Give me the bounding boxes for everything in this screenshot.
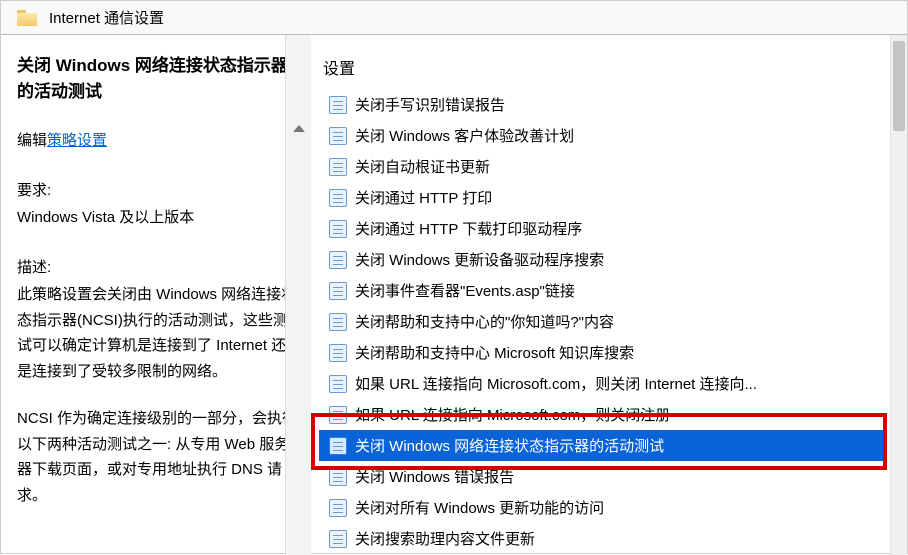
policy-icon [329,282,347,300]
setting-item[interactable]: 关闭通过 HTTP 下载打印驱动程序 [319,213,885,244]
policy-icon [329,96,347,114]
setting-item[interactable]: 关闭 Windows 客户体验改善计划 [319,120,885,151]
policy-icon [329,158,347,176]
policy-icon [329,313,347,331]
policy-icon [329,189,347,207]
settings-heading: 设置 [323,55,885,79]
edit-policy-link[interactable]: 策略设置 [47,132,107,149]
setting-item-label: 关闭手写识别错误报告 [355,94,505,115]
policy-icon [329,499,347,517]
policy-icon [329,406,347,424]
policy-icon [329,127,347,145]
vertical-scrollbar[interactable] [890,35,907,555]
setting-item[interactable]: 关闭帮助和支持中心的"你知道吗?"内容 [319,306,885,337]
titlebar: Internet 通信设置 [1,1,907,35]
setting-item-label: 如果 URL 连接指向 Microsoft.com，则关闭 Internet 连… [355,373,757,394]
setting-item-label: 关闭 Windows 网络连接状态指示器的活动测试 [355,435,664,456]
setting-item-label: 关闭帮助和支持中心 Microsoft 知识库搜索 [355,342,634,363]
description-text: 此策略设置会关闭由 Windows 网络连接状态指示器(NCSI)执行的活动测试… [17,282,297,384]
policy-icon [329,220,347,238]
setting-item[interactable]: 关闭通过 HTTP 打印 [319,182,885,213]
setting-item-label: 关闭对所有 Windows 更新功能的访问 [355,497,604,518]
setting-item[interactable]: 如果 URL 连接指向 Microsoft.com，则关闭注册 [319,399,885,430]
setting-item[interactable]: 关闭帮助和支持中心 Microsoft 知识库搜索 [319,337,885,368]
content-area: 关闭 Windows 网络连接状态指示器的活动测试 编辑策略设置 要求: Win… [1,35,907,555]
pane-splitter[interactable] [285,35,311,555]
setting-item-label: 关闭通过 HTTP 下载打印驱动程序 [355,218,582,239]
chevron-up-icon [293,125,305,132]
setting-item-label: 关闭 Windows 错误报告 [355,466,514,487]
setting-item[interactable]: 关闭 Windows 更新设备驱动程序搜索 [319,244,885,275]
setting-item[interactable]: 关闭 Windows 错误报告 [319,461,885,492]
setting-item-label: 关闭事件查看器"Events.asp"链接 [355,280,575,301]
window-title: Internet 通信设置 [49,7,164,28]
scrollbar-thumb[interactable] [893,41,905,131]
details-pane: 关闭 Windows 网络连接状态指示器的活动测试 编辑策略设置 要求: Win… [1,35,311,555]
setting-item-label: 关闭 Windows 客户体验改善计划 [355,125,574,146]
policy-icon [329,251,347,269]
policy-icon [329,375,347,393]
setting-item[interactable]: 关闭手写识别错误报告 [319,89,885,120]
setting-item[interactable]: 关闭事件查看器"Events.asp"链接 [319,275,885,306]
setting-item-label: 关闭 Windows 更新设备驱动程序搜索 [355,249,604,270]
setting-item[interactable]: 如果 URL 连接指向 Microsoft.com，则关闭 Internet 连… [319,368,885,399]
folder-icon [17,10,37,26]
description-label: 描述: [17,255,297,281]
setting-item[interactable]: 关闭 Windows 网络连接状态指示器的活动测试 [319,430,885,461]
setting-item-label: 关闭搜索助理内容文件更新 [355,528,535,549]
policy-icon [329,530,347,548]
setting-item[interactable]: 关闭对所有 Windows 更新功能的访问 [319,492,885,523]
setting-item-label: 关闭自动根证书更新 [355,156,490,177]
setting-item[interactable]: 关闭自动根证书更新 [319,151,885,182]
requirement-label: 要求: [17,178,297,204]
setting-item-label: 如果 URL 连接指向 Microsoft.com，则关闭注册 [355,404,670,425]
setting-item[interactable]: 关闭搜索助理内容文件更新 [319,523,885,554]
description-text-2: NCSI 作为确定连接级别的一部分，会执行以下两种活动测试之一: 从专用 Web… [17,406,297,508]
requirement-value: Windows Vista 及以上版本 [17,205,297,231]
policy-icon [329,468,347,486]
policy-icon [329,437,347,455]
setting-item-label: 关闭通过 HTTP 打印 [355,187,492,208]
policy-title: 关闭 Windows 网络连接状态指示器的活动测试 [17,53,297,104]
settings-list: 设置 关闭手写识别错误报告关闭 Windows 客户体验改善计划关闭自动根证书更… [311,35,907,554]
settings-list-pane: 设置 关闭手写识别错误报告关闭 Windows 客户体验改善计划关闭自动根证书更… [311,35,907,555]
policy-icon [329,344,347,362]
edit-label: 编辑 [17,132,47,149]
setting-item-label: 关闭帮助和支持中心的"你知道吗?"内容 [355,311,614,332]
edit-policy-row: 编辑策略设置 [17,128,297,154]
